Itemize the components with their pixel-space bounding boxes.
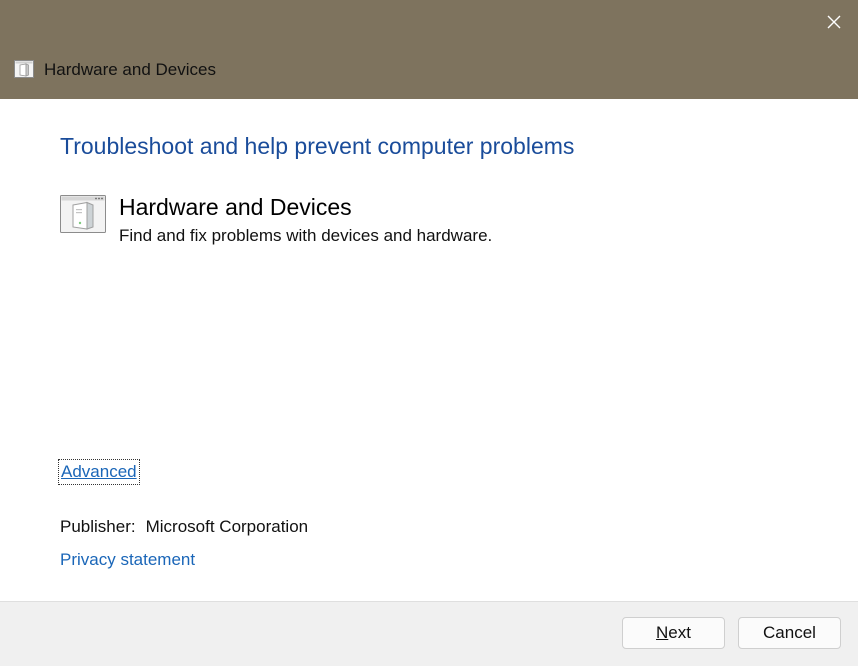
cancel-button-label: Cancel	[763, 623, 816, 642]
next-button[interactable]: Next	[622, 617, 725, 649]
publisher-label: Publisher:	[60, 517, 136, 536]
close-icon	[827, 15, 841, 29]
troubleshooter-name: Hardware and Devices	[119, 194, 352, 220]
page-heading: Troubleshoot and help prevent computer p…	[60, 133, 575, 159]
footer-bar: Next Cancel	[0, 601, 858, 666]
hardware-devices-icon	[14, 60, 34, 78]
main-content: Troubleshoot and help prevent computer p…	[0, 99, 858, 601]
advanced-link[interactable]: Advanced	[58, 459, 140, 485]
next-button-label: Next	[656, 623, 691, 642]
hardware-devices-icon	[60, 195, 106, 233]
close-button[interactable]	[810, 0, 858, 44]
title-bar: Hardware and Devices	[0, 0, 858, 99]
troubleshooter-description: Find and fix problems with devices and h…	[119, 226, 493, 245]
cancel-button[interactable]: Cancel	[738, 617, 841, 649]
window-title: Hardware and Devices	[44, 60, 216, 79]
publisher-row: Publisher: Microsoft Corporation	[60, 516, 308, 538]
privacy-statement-link[interactable]: Privacy statement	[60, 549, 195, 571]
publisher-value: Microsoft Corporation	[145, 517, 309, 536]
